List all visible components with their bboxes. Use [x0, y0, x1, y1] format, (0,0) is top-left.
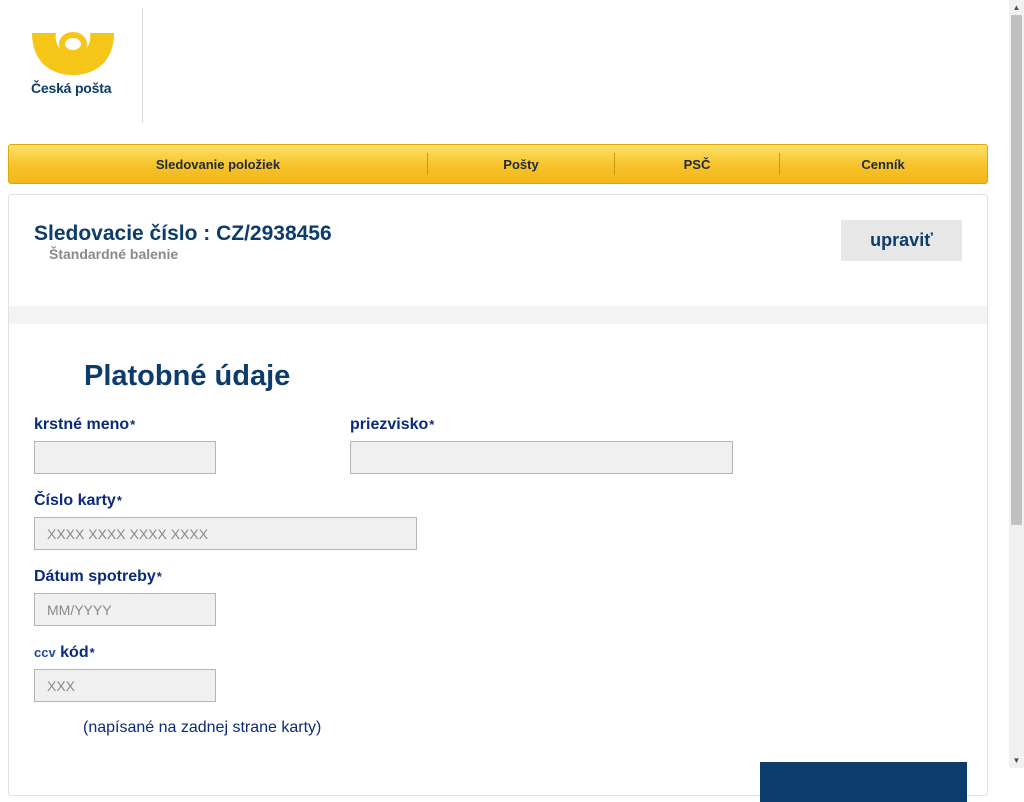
package-type-label: Štandardné balenie	[49, 246, 179, 262]
logo-area[interactable]: Česká pošta	[8, 8, 143, 123]
required-mark: *	[156, 569, 162, 584]
expiry-label: Dátum spotreby*	[34, 568, 162, 586]
nav-item-post-offices[interactable]: Pošty	[428, 145, 614, 183]
cvv-label: ccv kód*	[34, 644, 95, 662]
scroll-up-arrow-icon[interactable]: ▲	[1009, 0, 1024, 15]
required-mark: *	[116, 493, 122, 508]
card-number-label-text: Číslo karty	[34, 492, 116, 509]
logo-text: Česká pošta	[31, 80, 112, 96]
cvv-label-small: ccv	[34, 645, 56, 660]
first-name-label: krstné meno*	[34, 416, 135, 434]
first-name-input[interactable]	[34, 441, 216, 474]
scroll-down-arrow-icon[interactable]: ▼	[1009, 753, 1024, 768]
nav-item-postal-codes[interactable]: PSČ	[615, 145, 779, 183]
expiry-input[interactable]	[34, 593, 216, 626]
scrollbar-thumb[interactable]	[1011, 15, 1022, 525]
nav-item-price-list[interactable]: Cenník	[780, 145, 986, 183]
expiry-label-text: Dátum spotreby	[34, 568, 156, 585]
last-name-label-text: priezvisko	[350, 416, 429, 433]
required-mark: *	[429, 417, 435, 432]
card-number-label: Číslo karty*	[34, 492, 122, 510]
submit-button[interactable]	[760, 762, 967, 802]
last-name-label: priezvisko*	[350, 416, 434, 434]
edit-button[interactable]: upraviť	[841, 220, 962, 261]
page-scrollbar[interactable]: ▲ ▼	[1009, 0, 1024, 768]
cvv-hint: (napísané na zadnej strane karty)	[83, 719, 322, 736]
tracking-number-title: Sledovacie číslo : CZ/2938456	[34, 222, 332, 245]
last-name-input[interactable]	[350, 441, 733, 474]
cvv-label-text: kód	[60, 644, 89, 661]
section-divider	[9, 306, 987, 324]
section-title: Platobné údaje	[84, 360, 291, 392]
payment-card: Sledovacie číslo : CZ/2938456 Štandardné…	[8, 194, 988, 802]
required-mark: *	[89, 645, 95, 660]
cvv-input[interactable]	[34, 669, 216, 702]
first-name-label-text: krstné meno	[34, 416, 130, 433]
nav-item-tracking[interactable]: Sledovanie položiek	[9, 145, 427, 183]
main-nav: Sledovanie položiek Pošty PSČ Cenník	[8, 144, 988, 184]
required-mark: *	[130, 417, 136, 432]
card-number-input[interactable]	[34, 517, 417, 550]
posthorn-logo-icon	[32, 32, 114, 75]
